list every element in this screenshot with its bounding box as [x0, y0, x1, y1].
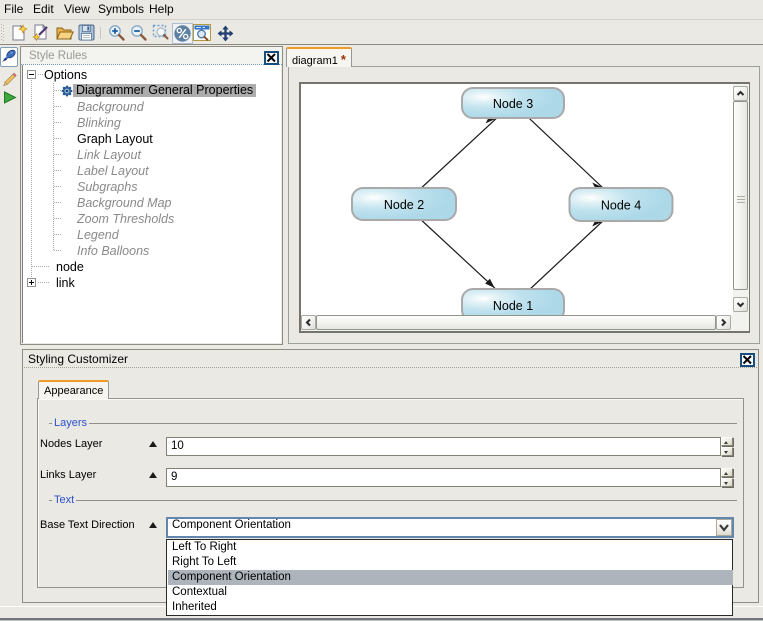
svg-text:Node 3: Node 3: [493, 97, 533, 111]
svg-text:Node 4: Node 4: [601, 199, 641, 213]
svg-text:Node 1: Node 1: [493, 299, 533, 313]
svg-text:Node 2: Node 2: [384, 198, 424, 212]
